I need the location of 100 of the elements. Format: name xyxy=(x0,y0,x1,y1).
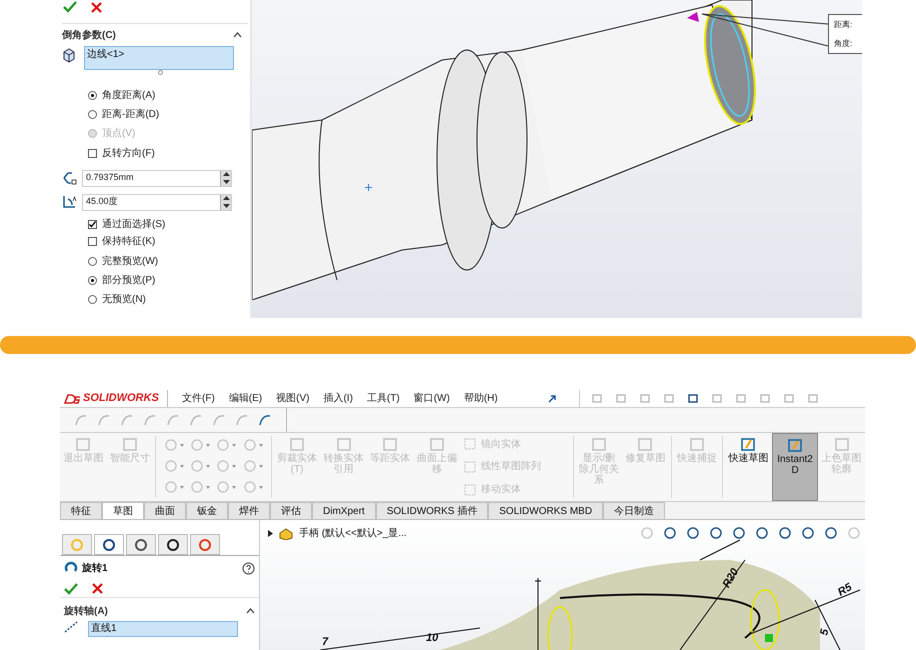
tool-icon xyxy=(590,437,607,453)
tool-icon xyxy=(787,438,804,454)
sketch-shape-icon[interactable] xyxy=(190,438,212,452)
radio-label: 部分预览(P) xyxy=(102,274,156,288)
sketch-shape-icon[interactable] xyxy=(216,459,238,473)
distance-field[interactable]: 0.79375mm xyxy=(82,170,232,186)
sketch-shape-icon[interactable] xyxy=(242,480,265,494)
tab-icon xyxy=(70,538,84,552)
ribbon-tab[interactable]: 曲面 xyxy=(144,502,186,519)
tab-icon xyxy=(102,538,116,552)
panel-tab[interactable] xyxy=(126,534,156,555)
radio-label: 角度距离(A) xyxy=(102,88,156,103)
tab-icon xyxy=(134,538,148,552)
close-icon[interactable] xyxy=(91,2,102,12)
check-icon[interactable] xyxy=(64,582,78,594)
part-icon xyxy=(279,528,293,540)
sketch-shape-icon[interactable] xyxy=(242,459,265,473)
menu-item[interactable]: 插入(I) xyxy=(323,391,353,406)
view-tool-icon[interactable] xyxy=(824,526,838,540)
ribbon-tab[interactable]: 草图 xyxy=(102,502,144,519)
ribbon-button[interactable]: Instant2D xyxy=(772,433,818,501)
axis-selection-field[interactable]: 直线1 xyxy=(88,621,238,637)
feature-tree-path[interactable]: 手柄 (默认<<默认>_显... xyxy=(299,526,407,541)
tool-icon xyxy=(464,438,476,450)
help-icon[interactable] xyxy=(242,562,255,574)
sketch-shape-icon[interactable] xyxy=(242,438,265,452)
menu-item[interactable]: 工具(T) xyxy=(366,391,400,406)
tool-icon xyxy=(464,484,476,496)
radio-button[interactable] xyxy=(88,257,97,266)
menu-item[interactable]: 文件(F) xyxy=(182,391,215,406)
dimension-label: 7 xyxy=(322,635,328,650)
expand-arrow-icon[interactable] xyxy=(268,530,273,537)
pin-icon[interactable] xyxy=(548,394,557,403)
callout-label: 距离: xyxy=(834,18,854,30)
sketch-shape-icon[interactable] xyxy=(216,480,238,494)
radio-button[interactable] xyxy=(88,110,97,119)
checkbox-label: 保持特征(K) xyxy=(102,234,156,249)
section-title: 倒角参数(C) xyxy=(62,28,116,42)
collapse-icon[interactable] xyxy=(246,608,255,614)
checkbox[interactable] xyxy=(88,149,97,158)
sketch-shape-icon[interactable] xyxy=(164,480,186,494)
menu-item[interactable]: 视图(V) xyxy=(276,391,310,406)
tool-icon xyxy=(382,437,398,453)
angle-icon xyxy=(62,195,78,209)
ribbon-tab[interactable]: 钣金 xyxy=(186,502,228,519)
radio-label: 无预览(N) xyxy=(102,293,146,307)
angle-field[interactable]: 45.00度 xyxy=(82,194,232,210)
ribbon-tab[interactable]: 焊件 xyxy=(228,502,270,519)
ribbon-tab[interactable]: 今日制造 xyxy=(603,502,666,519)
sketch-shape-icon[interactable] xyxy=(164,459,186,473)
checkbox-label: 反转方向(F) xyxy=(102,146,155,161)
spinner-arrows-icon[interactable] xyxy=(220,170,231,186)
resize-handle-icon[interactable] xyxy=(158,70,162,75)
collapse-icon[interactable] xyxy=(233,32,242,38)
view-tool-icon[interactable] xyxy=(709,526,723,540)
panel-tab[interactable] xyxy=(158,534,188,555)
view-tool-icon[interactable] xyxy=(686,526,700,540)
distance-icon xyxy=(62,171,78,185)
radio-label: 距离-距离(D) xyxy=(102,108,160,122)
ribbon-tab[interactable]: SOLIDWORKS 插件 xyxy=(376,502,488,519)
ribbon-tab[interactable]: DimXpert xyxy=(312,502,376,519)
checkbox-label: 通过面选择(S) xyxy=(102,218,166,232)
radio-button[interactable] xyxy=(88,91,97,100)
spinner-arrows-icon[interactable] xyxy=(220,194,231,210)
menu-item[interactable]: 编辑(E) xyxy=(228,391,262,406)
radio-button[interactable] xyxy=(88,276,97,285)
feature-title: 旋转1 xyxy=(82,562,109,576)
checkbox[interactable] xyxy=(88,220,97,229)
check-icon[interactable] xyxy=(63,1,77,13)
close-icon[interactable] xyxy=(92,583,103,594)
sketch-shape-icon[interactable] xyxy=(190,480,212,494)
edge-selection-field[interactable]: 边线<1> xyxy=(84,46,234,70)
checkbox[interactable] xyxy=(88,237,97,246)
view-tool-icon[interactable] xyxy=(732,526,746,540)
ribbon-tab[interactable]: SOLIDWORKS MBD xyxy=(488,502,604,519)
sketch-shape-icon[interactable] xyxy=(164,438,186,452)
tool-icon xyxy=(637,437,654,453)
view-tool-icon[interactable] xyxy=(801,526,815,540)
view-tool-icon[interactable] xyxy=(778,526,792,540)
radio-button[interactable] xyxy=(88,295,97,304)
menu-item[interactable]: 窗口(W) xyxy=(414,391,450,406)
sketch-shape-icon[interactable] xyxy=(190,459,212,473)
tool-icon xyxy=(688,437,705,453)
crosshair-icon xyxy=(365,184,372,191)
tab-icon xyxy=(198,538,212,552)
view-tool-icon[interactable] xyxy=(663,526,677,540)
section-title: 旋转轴(A) xyxy=(64,604,108,618)
toolbar-icon[interactable] xyxy=(688,394,698,403)
tool-icon xyxy=(740,437,756,453)
sketch-shape-icon[interactable] xyxy=(216,438,238,452)
sketch-tool-icon[interactable] xyxy=(258,413,272,427)
tool-icon xyxy=(464,460,476,473)
ribbon-tab[interactable]: 特征 xyxy=(60,502,102,519)
menu-item[interactable]: 帮助(H) xyxy=(464,391,498,406)
panel-tab[interactable] xyxy=(94,534,124,555)
view-tool-icon[interactable] xyxy=(755,526,769,540)
tool-icon xyxy=(122,437,138,453)
dimension-label: 5 xyxy=(817,628,832,637)
ribbon-button[interactable]: 快速草图 xyxy=(725,433,772,501)
ribbon-tab[interactable]: 评估 xyxy=(270,502,312,519)
